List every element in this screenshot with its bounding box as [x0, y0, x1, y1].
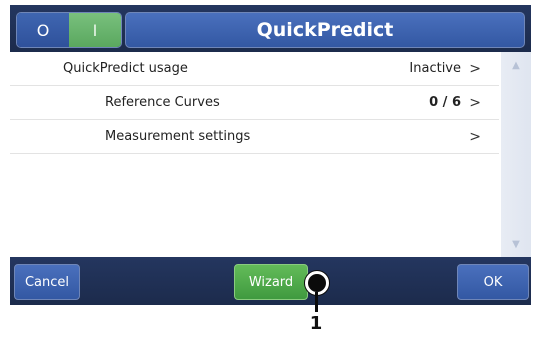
page-title: QuickPredict	[125, 12, 525, 48]
row-label: QuickPredict usage	[63, 61, 188, 76]
scrollbar[interactable]: ▲ ▼	[501, 52, 531, 257]
row-label: Reference Curves	[105, 95, 220, 110]
screen: O I QuickPredict QuickPredict usage Inac…	[10, 5, 531, 305]
list-item-measurement-settings[interactable]: Measurement settings >	[10, 120, 499, 154]
scroll-down-icon[interactable]: ▼	[501, 235, 531, 255]
chevron-right-icon: >	[469, 128, 481, 145]
row-label: Measurement settings	[105, 129, 251, 144]
callout-number: 1	[309, 313, 323, 334]
row-value: 0 / 6	[429, 95, 461, 110]
toggle-on-segment[interactable]: I	[69, 13, 121, 47]
chevron-right-icon: >	[469, 94, 481, 111]
toggle-on-label: I	[92, 20, 98, 40]
scroll-up-icon[interactable]: ▲	[501, 56, 531, 76]
wizard-button[interactable]: Wizard	[234, 264, 308, 300]
toggle-off-segment[interactable]: O	[17, 13, 69, 47]
ok-button[interactable]: OK	[457, 264, 529, 300]
list-item-reference-curves[interactable]: Reference Curves 0 / 6 >	[10, 86, 499, 120]
footer-bar: Cancel Wizard OK	[10, 257, 531, 305]
on-off-toggle[interactable]: O I	[16, 12, 122, 48]
toggle-off-label: O	[36, 20, 50, 40]
row-value: Inactive	[409, 61, 461, 76]
cancel-button[interactable]: Cancel	[14, 264, 80, 300]
list-item-quickpredict-usage[interactable]: QuickPredict usage Inactive >	[10, 52, 499, 86]
settings-list: QuickPredict usage Inactive > Reference …	[10, 52, 499, 154]
chevron-right-icon: >	[469, 60, 481, 77]
callout-line	[315, 292, 318, 312]
header-bar: O I QuickPredict	[10, 5, 531, 52]
